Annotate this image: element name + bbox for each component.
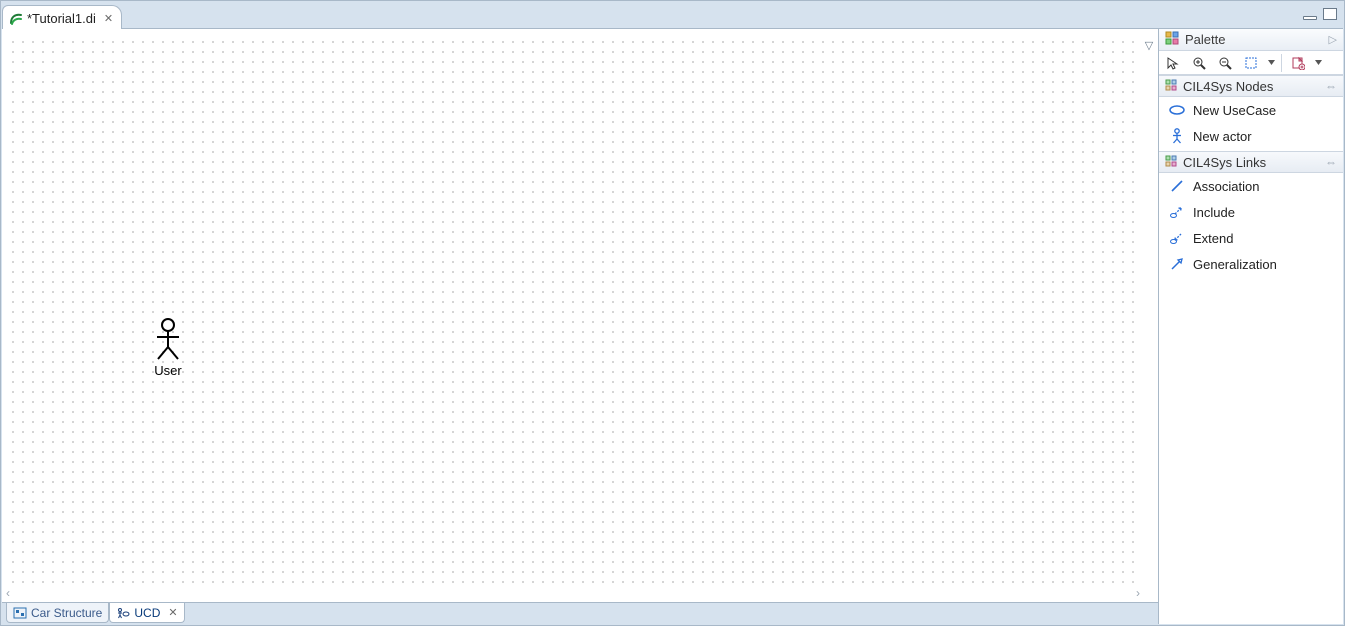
palette-item-label: Include — [1193, 205, 1235, 220]
content-row: ▽ User ‹ — [2, 28, 1343, 624]
minimize-button[interactable] — [1303, 16, 1317, 20]
note-tool[interactable] — [1288, 53, 1308, 73]
scroll-left-icon[interactable]: ‹ — [6, 586, 10, 600]
drawer-items-nodes: New UseCase New actor — [1159, 97, 1343, 151]
inner-tab-ucd[interactable]: UCD ✕ — [109, 603, 184, 623]
dropdown-caret-icon[interactable] — [1314, 53, 1322, 73]
palette-toolbar — [1159, 51, 1343, 75]
diagram-icon — [13, 606, 27, 620]
extend-icon — [1169, 230, 1185, 246]
drawer-icon — [1165, 79, 1177, 94]
zoom-out-tool[interactable] — [1215, 53, 1235, 73]
palette-item-new-usecase[interactable]: New UseCase — [1159, 97, 1343, 123]
toolbar-separator — [1281, 54, 1282, 72]
vertical-scrollbar[interactable] — [1142, 37, 1156, 584]
inner-tab-car-structure[interactable]: Car Structure — [6, 603, 109, 623]
diagram-canvas[interactable]: User — [8, 37, 1140, 584]
maximize-button[interactable] — [1323, 8, 1337, 20]
actor-icon — [153, 317, 183, 361]
close-icon[interactable]: ✕ — [168, 606, 177, 619]
palette-item-extend[interactable]: Extend — [1159, 225, 1343, 251]
horizontal-scrollbar[interactable]: ‹ › — [6, 586, 1140, 600]
close-icon[interactable]: ✕ — [104, 12, 113, 25]
inner-tab-label: UCD — [134, 606, 160, 620]
drawer-items-links: Association Include — [1159, 173, 1343, 279]
association-icon — [1169, 178, 1185, 194]
drawer-header-links[interactable]: CIL4Sys Links ⇔ — [1159, 151, 1343, 173]
palette-item-label: Extend — [1193, 231, 1233, 246]
palette-title: Palette — [1185, 32, 1225, 47]
actor-user[interactable]: User — [148, 317, 188, 378]
inner-tab-label: Car Structure — [31, 606, 102, 620]
editor-tabstrip: *Tutorial1.di ✕ — [2, 2, 1343, 28]
palette-item-label: New actor — [1193, 129, 1252, 144]
inner-tabstrip: Car Structure UCD ✕ — [2, 602, 1158, 624]
palette-item-label: New UseCase — [1193, 103, 1276, 118]
pointer-tool[interactable] — [1163, 53, 1183, 73]
drawer-title: CIL4Sys Links — [1183, 155, 1266, 170]
drawer-title: CIL4Sys Nodes — [1183, 79, 1273, 94]
editor-area: *Tutorial1.di ✕ ▽ — [2, 2, 1343, 624]
palette-item-include[interactable]: Include — [1159, 199, 1343, 225]
actor-label: User — [148, 363, 188, 378]
palette-item-label: Association — [1193, 179, 1259, 194]
generalization-icon — [1169, 256, 1185, 272]
window-controls — [1303, 8, 1337, 20]
palette-item-new-actor[interactable]: New actor — [1159, 123, 1343, 149]
palette-header[interactable]: Palette ▷ — [1159, 29, 1343, 51]
canvas-column: ▽ User ‹ — [2, 29, 1158, 624]
papyrus-icon — [9, 12, 23, 26]
palette-item-association[interactable]: Association — [1159, 173, 1343, 199]
usecase-icon — [1169, 102, 1185, 118]
pin-icon[interactable]: ⇔ — [1325, 79, 1337, 93]
scroll-right-icon[interactable]: › — [1136, 586, 1140, 600]
editor-tab-tutorial1[interactable]: *Tutorial1.di ✕ — [2, 5, 122, 29]
palette-item-generalization[interactable]: Generalization — [1159, 251, 1343, 277]
palette-panel: Palette ▷ — [1158, 29, 1343, 624]
palette-item-label: Generalization — [1193, 257, 1277, 272]
editor-tab-title: *Tutorial1.di — [27, 11, 96, 26]
drawer-header-nodes[interactable]: CIL4Sys Nodes ⇔ — [1159, 75, 1343, 97]
chevron-right-icon[interactable]: ▷ — [1329, 33, 1337, 46]
pin-icon[interactable]: ⇔ — [1325, 155, 1337, 169]
actor-icon — [1169, 128, 1185, 144]
include-icon — [1169, 204, 1185, 220]
marquee-tool[interactable] — [1241, 53, 1261, 73]
ucd-icon — [116, 606, 130, 620]
zoom-in-tool[interactable] — [1189, 53, 1209, 73]
drawer-icon — [1165, 155, 1177, 170]
dropdown-caret-icon[interactable] — [1267, 53, 1275, 73]
palette-icon — [1165, 31, 1179, 48]
canvas-wrap: ▽ User ‹ — [2, 29, 1158, 602]
